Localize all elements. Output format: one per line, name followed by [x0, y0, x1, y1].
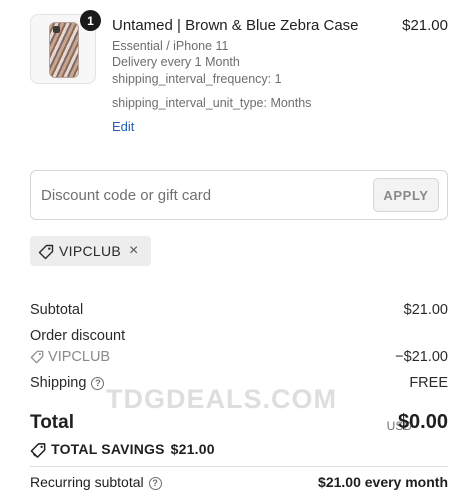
- order-discount-code-row: VIPCLUB −$21.00: [30, 349, 448, 365]
- total-label: Total: [30, 412, 74, 433]
- discount-tag-icon: [30, 349, 48, 365]
- recurring-subtotal-value: $21.00 every month: [318, 474, 448, 490]
- recurring-subtotal-label: Recurring subtotal: [30, 474, 144, 490]
- shipping-value: FREE: [409, 375, 448, 391]
- order-discount-value: −$21.00: [395, 349, 448, 365]
- savings-tag-icon: [30, 441, 51, 458]
- applied-code-text: VIPCLUB: [59, 243, 122, 259]
- total-savings: TOTAL SAVINGS $21.00: [30, 441, 215, 459]
- quantity-badge: 1: [80, 10, 101, 31]
- subtotal-label: Subtotal: [30, 302, 84, 318]
- remove-discount-icon[interactable]: ×: [129, 242, 138, 260]
- product-price: $21.00: [402, 17, 448, 34]
- tag-icon: [38, 242, 54, 259]
- shipping-label: Shipping: [30, 375, 87, 391]
- edit-link[interactable]: Edit: [112, 119, 134, 134]
- total-value: $0.00: [397, 411, 448, 433]
- apply-button[interactable]: APPLY: [373, 178, 439, 212]
- applied-discount-tag: VIPCLUB ×: [30, 236, 151, 266]
- delivery-frequency: Delivery every 1 Month: [112, 55, 240, 69]
- watermark: TDGDEALS.COM: [106, 384, 337, 414]
- discount-code-input[interactable]: [41, 179, 361, 211]
- recurring-help-icon[interactable]: ?: [148, 477, 162, 490]
- recurring-subtotal-label-row: Recurring subtotal?: [30, 474, 162, 490]
- shipping-help-icon[interactable]: ?: [91, 377, 105, 390]
- product-title: Untamed | Brown & Blue Zebra Case: [112, 17, 359, 34]
- order-discount-row: Order discount: [30, 328, 448, 344]
- subtotal-row: Subtotal $21.00: [30, 302, 448, 318]
- divider: [30, 466, 448, 467]
- order-discount-label: Order discount: [30, 328, 126, 344]
- shipping-interval-unit: shipping_interval_unit_type: Months: [112, 96, 312, 110]
- camera-cutout: [53, 26, 60, 33]
- product-variant: Essential / iPhone 11: [112, 39, 229, 53]
- shipping-interval-frequency: shipping_interval_frequency: 1: [112, 72, 282, 86]
- discount-form: APPLY: [30, 170, 448, 220]
- savings-label: TOTAL SAVINGS: [51, 441, 165, 457]
- cart-line-item: 1 Untamed | Brown & Blue Zebra Case $21.…: [30, 10, 448, 144]
- order-discount-code: VIPCLUB: [48, 349, 111, 365]
- savings-value: $21.00: [170, 441, 215, 457]
- subtotal-value: $21.00: [403, 302, 448, 318]
